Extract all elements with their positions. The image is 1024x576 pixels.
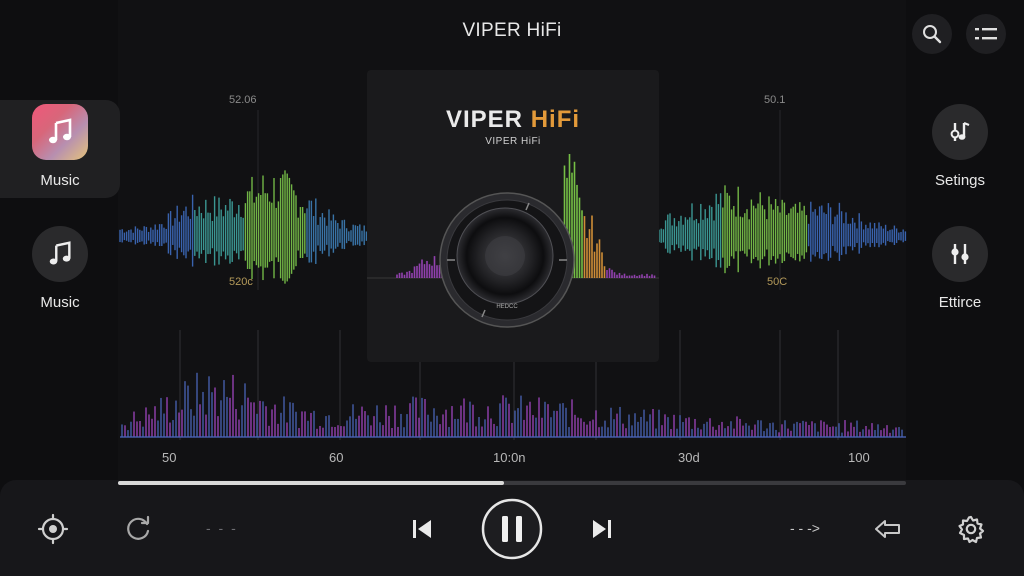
share-button[interactable] [868,509,908,549]
music-note-icon [32,104,88,160]
speaker-label: HEDCC [496,304,518,310]
equalizer-icon [932,226,988,282]
sidebar-item-settings[interactable]: Setings [900,104,1020,189]
skip-next-button[interactable] [582,509,622,549]
app-title: VIPER HiFi [462,20,562,41]
right-dots: - - -> [790,520,820,536]
arrow-share-icon [875,520,900,538]
sidebar-item-label: Music [40,172,80,189]
freq-label-bottom-left: 520c [229,276,253,288]
pause-icon [481,498,543,560]
speaker-graphic: HEDCC [439,192,575,328]
waveform-right [658,185,907,274]
sidebar-item-label: Setings [934,172,986,189]
axis-tick-2: 60 [329,450,344,465]
axis-tick-3: 10:0n [493,450,526,465]
sidebar-item-label: Ettirce [938,294,982,311]
search-icon [923,25,942,44]
sidebar-item-equalizer[interactable]: Ettirce [900,226,1020,311]
logo-accent-text: HiFi [530,106,581,133]
search-button[interactable] [912,14,952,54]
music-sliders-icon [932,104,988,160]
waveform-left [119,170,368,284]
album-sublogo: VIPER HiFi [485,136,541,147]
skip-next-icon [593,520,611,538]
axis-tick-5: 100 [848,450,870,465]
sun-target-icon [37,513,69,545]
progress-fill [118,481,505,485]
spectrum-bars [120,372,906,438]
music-note-icon [32,226,88,282]
visualizer-mode-button[interactable] [33,509,73,549]
play-pause-button[interactable] [480,497,544,561]
freq-label-top-left: 52.06 [229,94,257,106]
repeat-button[interactable] [118,509,158,549]
skip-previous-icon [413,520,431,538]
left-dots: - - - [206,520,238,536]
gear-icon [958,515,985,544]
skip-previous-button[interactable] [402,509,442,549]
sidebar-item-music-2[interactable]: Music [0,226,120,311]
menu-button[interactable] [966,14,1006,54]
sidebar-item-label: Music [40,294,80,311]
axis-tick-1: 50 [162,450,177,465]
logo-main-text: VIPER [445,106,531,133]
sidebar-item-music[interactable]: Music [0,104,120,189]
freq-label-bottom-right: 50C [767,276,788,288]
list-icon [975,28,997,40]
settings-button[interactable] [951,509,991,549]
axis-tick-4: 30d [678,450,700,465]
album-logo: VIPER HiFi [367,106,659,134]
freq-label-top-right: 50.1 [764,94,786,106]
repeat-icon [127,515,150,540]
